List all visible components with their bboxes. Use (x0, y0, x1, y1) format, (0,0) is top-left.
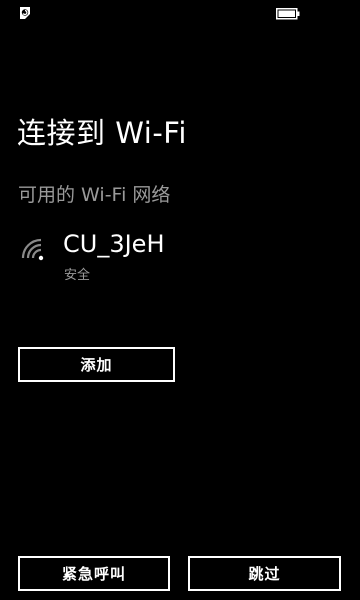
network-name: CU_3JeH (63, 230, 165, 258)
available-networks-header: 可用的 Wi-Fi 网络 (18, 184, 171, 206)
network-security-label: 安全 (64, 268, 91, 283)
wifi-setup-screen: 连接到 Wi-Fi 可用的 Wi-Fi 网络 CU_3JeH 安全 添加 紧急呼… (0, 0, 360, 600)
add-network-button[interactable]: 添加 (18, 347, 175, 382)
network-list-item[interactable]: CU_3JeH 安全 (18, 230, 338, 286)
wifi-signal-icon (21, 236, 47, 262)
page-title: 连接到 Wi-Fi (17, 116, 187, 150)
skip-button[interactable]: 跳过 (188, 556, 341, 591)
battery-icon (276, 6, 300, 20)
emergency-call-button[interactable]: 紧急呼叫 (18, 556, 170, 591)
data-sense-icon (17, 5, 33, 21)
